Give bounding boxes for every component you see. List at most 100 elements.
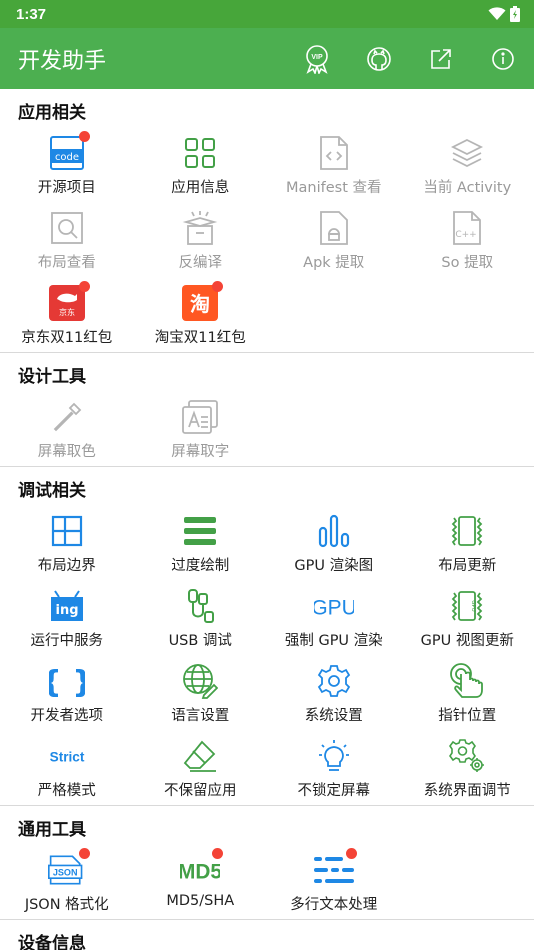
item-gpu-view-update[interactable]: GPU GPU 视图更新 bbox=[401, 580, 534, 655]
running-service-icon: ing bbox=[50, 590, 83, 621]
item-dont-keep-activities[interactable]: 不保留应用 bbox=[134, 730, 268, 805]
pointer-icon bbox=[450, 663, 484, 698]
status-time: 1:37 bbox=[16, 5, 47, 23]
bars-icon bbox=[318, 514, 349, 548]
badge-dot bbox=[78, 848, 90, 859]
item-json-format[interactable]: JSON JSON 格式化 bbox=[0, 844, 134, 919]
info-icon bbox=[492, 47, 514, 70]
jd-icon: 京东 bbox=[48, 285, 85, 321]
section-tools: 通用工具 JSON JSON 格式化 MD5 MD5/SHA 多行文本处理 bbox=[0, 806, 534, 920]
svg-text:京东: 京东 bbox=[59, 307, 75, 317]
svg-text:code: code bbox=[55, 152, 79, 163]
badge-dot bbox=[212, 281, 224, 292]
item-strict-mode[interactable]: Strict 严格模式 bbox=[0, 730, 134, 805]
grid-icon bbox=[185, 138, 216, 168]
item-stay-awake[interactable]: 不锁定屏幕 bbox=[267, 730, 401, 805]
svg-text:{ }: { } bbox=[49, 665, 85, 698]
item-layout-bounds[interactable]: 布局边界 bbox=[0, 505, 134, 580]
app-bar: 开发助手 VIP bbox=[0, 28, 534, 89]
item-running-services[interactable]: ing 运行中服务 bbox=[0, 580, 134, 655]
item-language-settings[interactable]: 语言设置 bbox=[134, 655, 268, 730]
svg-text:MD5: MD5 bbox=[180, 861, 220, 884]
wifi-icon bbox=[488, 7, 506, 20]
badge-dot bbox=[345, 848, 357, 859]
battery-icon bbox=[510, 6, 520, 22]
globe-icon bbox=[183, 664, 219, 699]
svg-text:JSON: JSON bbox=[53, 867, 78, 877]
layout-search-icon bbox=[50, 212, 83, 244]
eraser-icon bbox=[184, 740, 217, 772]
section-title: 应用相关 bbox=[18, 103, 86, 123]
vip-button[interactable]: VIP bbox=[286, 28, 348, 89]
gear-icon bbox=[317, 665, 350, 697]
item-system-ui-tuner[interactable]: 系统界面调节 bbox=[401, 730, 534, 805]
section-title: 设备信息 bbox=[18, 934, 86, 950]
md5-icon: MD5 bbox=[180, 861, 220, 884]
gpu-icon: GPU bbox=[314, 597, 354, 620]
item-manifest[interactable]: Manifest 查看 bbox=[267, 127, 401, 202]
item-text-capture[interactable]: 屏幕取字 bbox=[134, 391, 268, 466]
share-button[interactable] bbox=[410, 28, 472, 89]
gears-icon bbox=[449, 739, 485, 772]
badge-dot bbox=[78, 281, 90, 292]
braces-icon: { } bbox=[49, 665, 85, 698]
svg-text:淘: 淘 bbox=[190, 292, 210, 316]
bulb-icon bbox=[318, 740, 349, 771]
item-so-extract[interactable]: C++ So 提取 bbox=[401, 202, 534, 277]
item-decompile[interactable]: 反编译 bbox=[134, 202, 268, 277]
layers-icon bbox=[451, 138, 484, 168]
svg-text:Strict: Strict bbox=[49, 750, 84, 765]
main-content[interactable]: 应用相关 code 开源项目 应用信息 Manifest 查看 当前 Activ… bbox=[0, 89, 534, 950]
usb-icon bbox=[188, 589, 215, 623]
item-developer-options[interactable]: { } 开发者选项 bbox=[0, 655, 134, 730]
section-title: 设计工具 bbox=[18, 367, 86, 387]
svg-text:VIP: VIP bbox=[311, 54, 323, 61]
item-force-gpu[interactable]: GPU 强制 GPU 渲染 bbox=[267, 580, 401, 655]
item-pointer-location[interactable]: 指针位置 bbox=[401, 655, 534, 730]
page-title: 开发助手 bbox=[18, 48, 107, 74]
share-icon bbox=[431, 48, 451, 69]
item-layout-view[interactable]: 布局查看 bbox=[0, 202, 134, 277]
item-color-picker[interactable]: 屏幕取色 bbox=[0, 391, 134, 466]
section-device: 设备信息 bbox=[0, 920, 534, 950]
github-button[interactable] bbox=[348, 28, 410, 89]
item-multiline-text[interactable]: 多行文本处理 bbox=[267, 844, 401, 919]
overdraw-icon bbox=[184, 517, 217, 545]
item-system-settings[interactable]: 系统设置 bbox=[267, 655, 401, 730]
section-title: 通用工具 bbox=[18, 820, 86, 840]
badge-dot bbox=[78, 131, 90, 142]
layout-update-icon bbox=[451, 516, 483, 546]
item-current-activity[interactable]: 当前 Activity bbox=[401, 127, 534, 202]
svg-text:C++: C++ bbox=[456, 230, 477, 240]
github-icon bbox=[367, 46, 391, 71]
gpu-view-icon: GPU bbox=[451, 591, 483, 621]
item-taobao-red-packet[interactable]: 淘 淘宝双11红包 bbox=[134, 277, 268, 352]
status-bar: 1:37 bbox=[0, 0, 534, 28]
multiline-icon bbox=[313, 857, 354, 883]
box-icon bbox=[182, 211, 218, 245]
svg-text:GPU: GPU bbox=[314, 597, 354, 620]
eyedropper-icon bbox=[53, 402, 82, 432]
layout-bounds-icon bbox=[51, 515, 82, 547]
section-app: 应用相关 code 开源项目 应用信息 Manifest 查看 当前 Activ… bbox=[0, 89, 534, 353]
item-md5-sha[interactable]: MD5 MD5/SHA bbox=[134, 844, 268, 919]
file-code-icon bbox=[319, 136, 348, 170]
section-debug: 调试相关 布局边界 过度绘制 GPU 渲染图 布局更新 ing 运行中服务 US… bbox=[0, 467, 534, 806]
item-gpu-render[interactable]: GPU 渲染图 bbox=[267, 505, 401, 580]
item-usb-debug[interactable]: USB 调试 bbox=[134, 580, 268, 655]
item-jd-red-packet[interactable]: 京东 京东双11红包 bbox=[0, 277, 134, 352]
code-icon: code bbox=[49, 136, 84, 170]
item-overdraw[interactable]: 过度绘制 bbox=[134, 505, 268, 580]
item-open-source[interactable]: code 开源项目 bbox=[0, 127, 134, 202]
apk-icon bbox=[319, 211, 348, 245]
item-apk-extract[interactable]: Apk 提取 bbox=[267, 202, 401, 277]
section-title: 调试相关 bbox=[18, 481, 86, 501]
svg-text:GPU: GPU bbox=[470, 600, 476, 612]
item-app-info[interactable]: 应用信息 bbox=[134, 127, 268, 202]
item-layout-update[interactable]: 布局更新 bbox=[401, 505, 534, 580]
badge-dot bbox=[212, 848, 224, 859]
strict-icon: Strict bbox=[49, 750, 84, 765]
info-button[interactable] bbox=[472, 28, 534, 89]
cpp-file-icon: C++ bbox=[453, 211, 482, 245]
svg-text:ing: ing bbox=[55, 603, 78, 618]
